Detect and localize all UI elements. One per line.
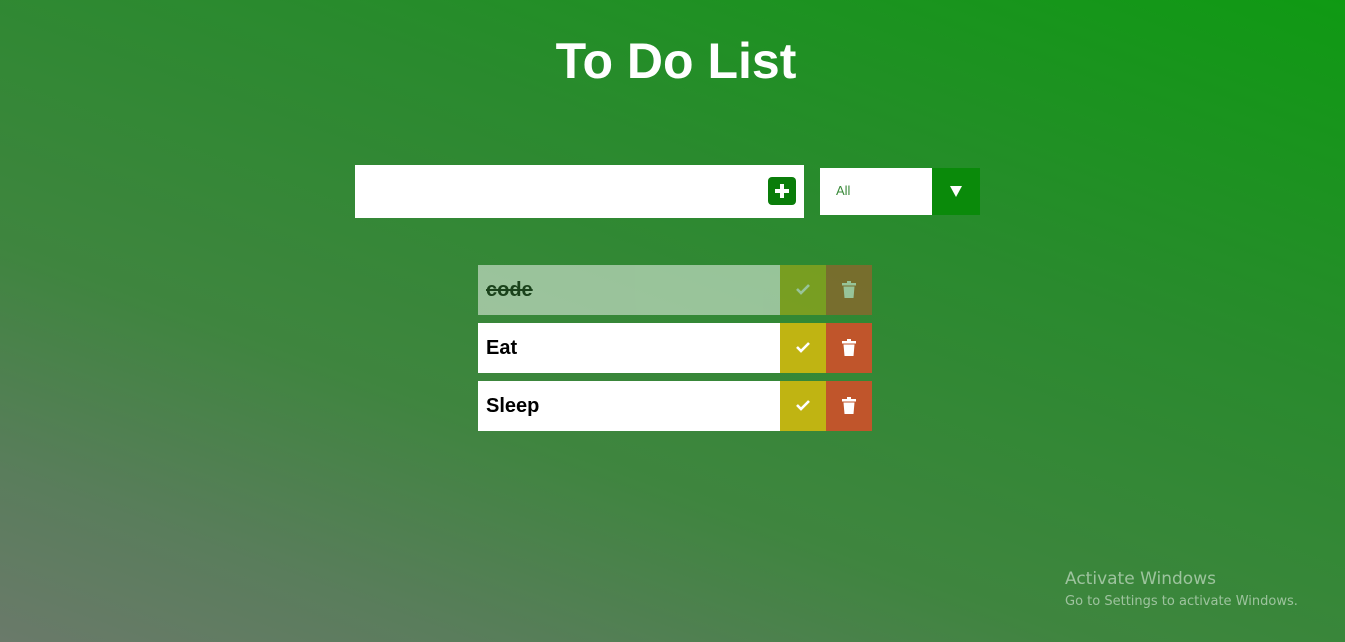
- todo-text: code: [478, 265, 780, 315]
- add-todo-button[interactable]: [768, 177, 796, 205]
- filter-select[interactable]: All: [820, 168, 980, 215]
- check-icon: [796, 400, 810, 411]
- todo-list: code Eat Sleep: [478, 265, 872, 439]
- complete-button[interactable]: [780, 323, 826, 373]
- filter-dropdown-button[interactable]: [932, 168, 980, 215]
- todo-text: Sleep: [478, 381, 780, 431]
- triangle-down-icon: [950, 186, 962, 197]
- filter-selected-value: All: [836, 183, 851, 198]
- todo-form: [355, 165, 804, 218]
- todo-text: Eat: [478, 323, 780, 373]
- delete-button[interactable]: [826, 265, 872, 315]
- check-icon: [796, 284, 810, 295]
- check-icon: [796, 342, 810, 353]
- trash-icon: [842, 397, 856, 414]
- watermark-subtitle: Go to Settings to activate Windows.: [1065, 594, 1298, 609]
- complete-button[interactable]: [780, 381, 826, 431]
- todo-input[interactable]: [355, 165, 755, 218]
- plus-icon: [775, 184, 789, 198]
- trash-icon: [842, 339, 856, 356]
- watermark-title: Activate Windows: [1065, 569, 1216, 589]
- todo-item: Eat: [478, 323, 872, 373]
- trash-icon: [842, 281, 856, 298]
- page-title: To Do List: [555, 33, 797, 89]
- delete-button[interactable]: [826, 381, 872, 431]
- delete-button[interactable]: [826, 323, 872, 373]
- activate-windows-watermark: Activate Windows Go to Settings to activ…: [1065, 568, 1298, 613]
- todo-item: code: [478, 265, 872, 315]
- todo-item: Sleep: [478, 381, 872, 431]
- complete-button[interactable]: [780, 265, 826, 315]
